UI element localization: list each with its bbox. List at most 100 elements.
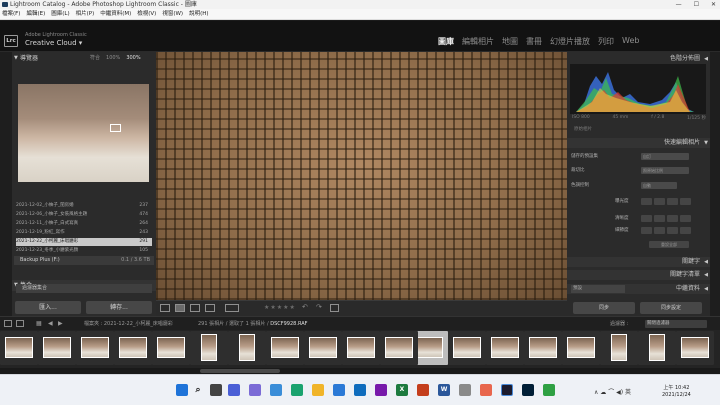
filmstrip-thumb[interactable] bbox=[304, 331, 342, 365]
decrease-button[interactable] bbox=[654, 215, 665, 222]
clock[interactable]: 上午 10:42 2021/12/24 bbox=[662, 385, 691, 399]
filmstrip-thumb[interactable] bbox=[600, 331, 638, 365]
import-button[interactable]: 匯入... bbox=[15, 301, 81, 314]
system-tray[interactable]: ∧ ☁ ⌒ ◀) 英 bbox=[594, 387, 631, 396]
scroll-thumb[interactable] bbox=[200, 369, 280, 373]
store-icon[interactable] bbox=[543, 384, 555, 396]
module-book[interactable]: 書冊 bbox=[526, 36, 542, 47]
reset-all-button[interactable]: 重設全部 bbox=[649, 241, 689, 248]
keywording-header[interactable]: 關鍵字 ◀ bbox=[567, 257, 710, 267]
excel-icon[interactable]: X bbox=[396, 384, 408, 396]
sync-button[interactable]: 同步 bbox=[573, 302, 635, 314]
zoom-fit[interactable]: 符合 bbox=[90, 53, 100, 64]
rotate-left-icon[interactable]: ↶ bbox=[302, 303, 308, 311]
filter-select[interactable]: 關閉過濾器 bbox=[645, 320, 707, 328]
photoshop-icon[interactable] bbox=[522, 384, 534, 396]
menu-window[interactable]: 視窗(W) bbox=[162, 9, 183, 19]
filmstrip-thumb[interactable] bbox=[524, 331, 562, 365]
survey-view-icon[interactable] bbox=[205, 304, 215, 312]
module-develop[interactable]: 編輯相片 bbox=[462, 36, 494, 47]
module-slideshow[interactable]: 幻燈片播放 bbox=[550, 36, 590, 47]
module-web[interactable]: Web bbox=[622, 36, 639, 47]
snipping-tool-icon[interactable] bbox=[270, 384, 282, 396]
maximize-button[interactable]: ☐ bbox=[694, 0, 699, 9]
menu-help[interactable]: 說明(H) bbox=[189, 9, 208, 19]
menu-edit[interactable]: 編輯(E) bbox=[26, 9, 45, 19]
collection-item[interactable]: 過濾器集合 bbox=[16, 284, 152, 293]
increase-button[interactable] bbox=[667, 198, 678, 205]
increase-large-button[interactable] bbox=[680, 198, 691, 205]
decrease-button[interactable] bbox=[654, 227, 665, 234]
filmstrip-thumb[interactable] bbox=[486, 331, 524, 365]
filmstrip-thumb[interactable] bbox=[76, 331, 114, 365]
decrease-large-button[interactable] bbox=[641, 215, 652, 222]
powerpoint-icon[interactable] bbox=[417, 384, 429, 396]
decrease-large-button[interactable] bbox=[641, 227, 652, 234]
filmstrip-thumb[interactable] bbox=[152, 331, 190, 365]
left-panel-edge[interactable] bbox=[0, 52, 12, 316]
photos-icon[interactable] bbox=[459, 384, 471, 396]
navigator-zoom-box[interactable] bbox=[110, 124, 121, 132]
folder-item[interactable]: 2021-12-19_粉紅_寫作 243 bbox=[16, 229, 152, 237]
forward-arrow-icon[interactable]: ▶ bbox=[58, 317, 63, 331]
rotate-right-icon[interactable]: ↷ bbox=[316, 303, 322, 311]
increase-large-button[interactable] bbox=[680, 215, 691, 222]
navigator-preview[interactable] bbox=[18, 84, 149, 182]
decrease-button[interactable] bbox=[654, 198, 665, 205]
explorer-icon[interactable] bbox=[312, 384, 324, 396]
widgets-icon[interactable] bbox=[228, 384, 240, 396]
filmstrip-thumb[interactable] bbox=[190, 331, 228, 365]
folder-item[interactable]: 2021-12-06_小柚子_女裝風格主題 474 bbox=[16, 211, 152, 219]
metadata-preset-select[interactable]: 預設 bbox=[571, 285, 625, 293]
compare-view-icon[interactable] bbox=[190, 304, 200, 312]
preset-select[interactable]: 自訂 bbox=[641, 153, 689, 160]
main-photo-view[interactable] bbox=[156, 52, 567, 300]
second-window-icon[interactable] bbox=[16, 320, 24, 327]
module-map[interactable]: 地圖 bbox=[502, 36, 518, 47]
filmstrip-thumb[interactable] bbox=[0, 331, 38, 365]
menu-photo[interactable]: 相片(P) bbox=[76, 9, 95, 19]
menu-library[interactable]: 圖庫(L) bbox=[51, 9, 69, 19]
filmstrip-thumb[interactable] bbox=[380, 331, 418, 365]
main-window-icon[interactable] bbox=[4, 320, 12, 327]
task-view-icon[interactable] bbox=[210, 384, 222, 396]
filmstrip-source[interactable]: 檔案夾 : 2021-12-22_小柯麗_床唱廳彩 bbox=[84, 317, 173, 331]
mail-icon[interactable] bbox=[333, 384, 345, 396]
filmstrip-thumb[interactable] bbox=[562, 331, 600, 365]
filmstrip-thumb[interactable] bbox=[676, 331, 714, 365]
crop-overlay-icon[interactable] bbox=[330, 304, 339, 312]
close-button[interactable]: ✕ bbox=[711, 0, 716, 9]
outlook-icon[interactable] bbox=[354, 384, 366, 396]
filmstrip-thumb[interactable] bbox=[228, 331, 266, 365]
filmstrip-thumb[interactable] bbox=[38, 331, 76, 365]
export-button[interactable]: 轉存... bbox=[86, 301, 152, 314]
metadata-header[interactable]: 預設 中繼資料 ◀ bbox=[567, 284, 710, 294]
right-panel-edge[interactable] bbox=[710, 52, 720, 316]
quick-develop-header[interactable]: 快速編輯相片 ▼ bbox=[567, 138, 710, 148]
sync-settings-button[interactable]: 同步設定 bbox=[640, 302, 702, 314]
app-icon[interactable] bbox=[480, 384, 492, 396]
filmstrip-thumb[interactable] bbox=[638, 331, 676, 365]
brand-line-2[interactable]: Creative Cloud ▾ bbox=[25, 39, 82, 47]
auto-tone-button[interactable]: 自動 bbox=[641, 182, 677, 189]
crop-select[interactable]: 照原始比例 bbox=[641, 167, 689, 174]
module-library[interactable]: 圖庫 bbox=[438, 36, 454, 47]
chat-icon[interactable] bbox=[249, 384, 261, 396]
folder-item[interactable]: 2021-12-11_小柚子_白式寫真 264 bbox=[16, 220, 152, 228]
volume-bar[interactable]: Backup Plus (F:) 0.1 / 3.6 TB bbox=[14, 256, 154, 265]
folder-item[interactable]: 2021-12-02_小柚子_閨房婚 237 bbox=[16, 202, 152, 210]
menu-file[interactable]: 檔案(F) bbox=[2, 9, 20, 19]
filmstrip-thumb[interactable] bbox=[342, 331, 380, 365]
grid-icon[interactable]: ▦ bbox=[36, 317, 42, 331]
search-icon[interactable]: ⌕ bbox=[192, 384, 204, 396]
module-print[interactable]: 列印 bbox=[598, 36, 614, 47]
onenote-icon[interactable] bbox=[375, 384, 387, 396]
edge-icon[interactable] bbox=[291, 384, 303, 396]
start-icon[interactable] bbox=[176, 384, 188, 396]
zoom-300[interactable]: 300% bbox=[126, 53, 140, 64]
folder-item[interactable]: 2021-12-23_冬季_小廳紫光顏 105 bbox=[16, 247, 152, 255]
lightroom-taskbar-icon[interactable] bbox=[501, 384, 513, 396]
histogram-header[interactable]: 色階分佈圖 ◀ bbox=[567, 54, 710, 64]
word-icon[interactable]: W bbox=[438, 384, 450, 396]
loupe-view-icon[interactable] bbox=[175, 304, 185, 312]
